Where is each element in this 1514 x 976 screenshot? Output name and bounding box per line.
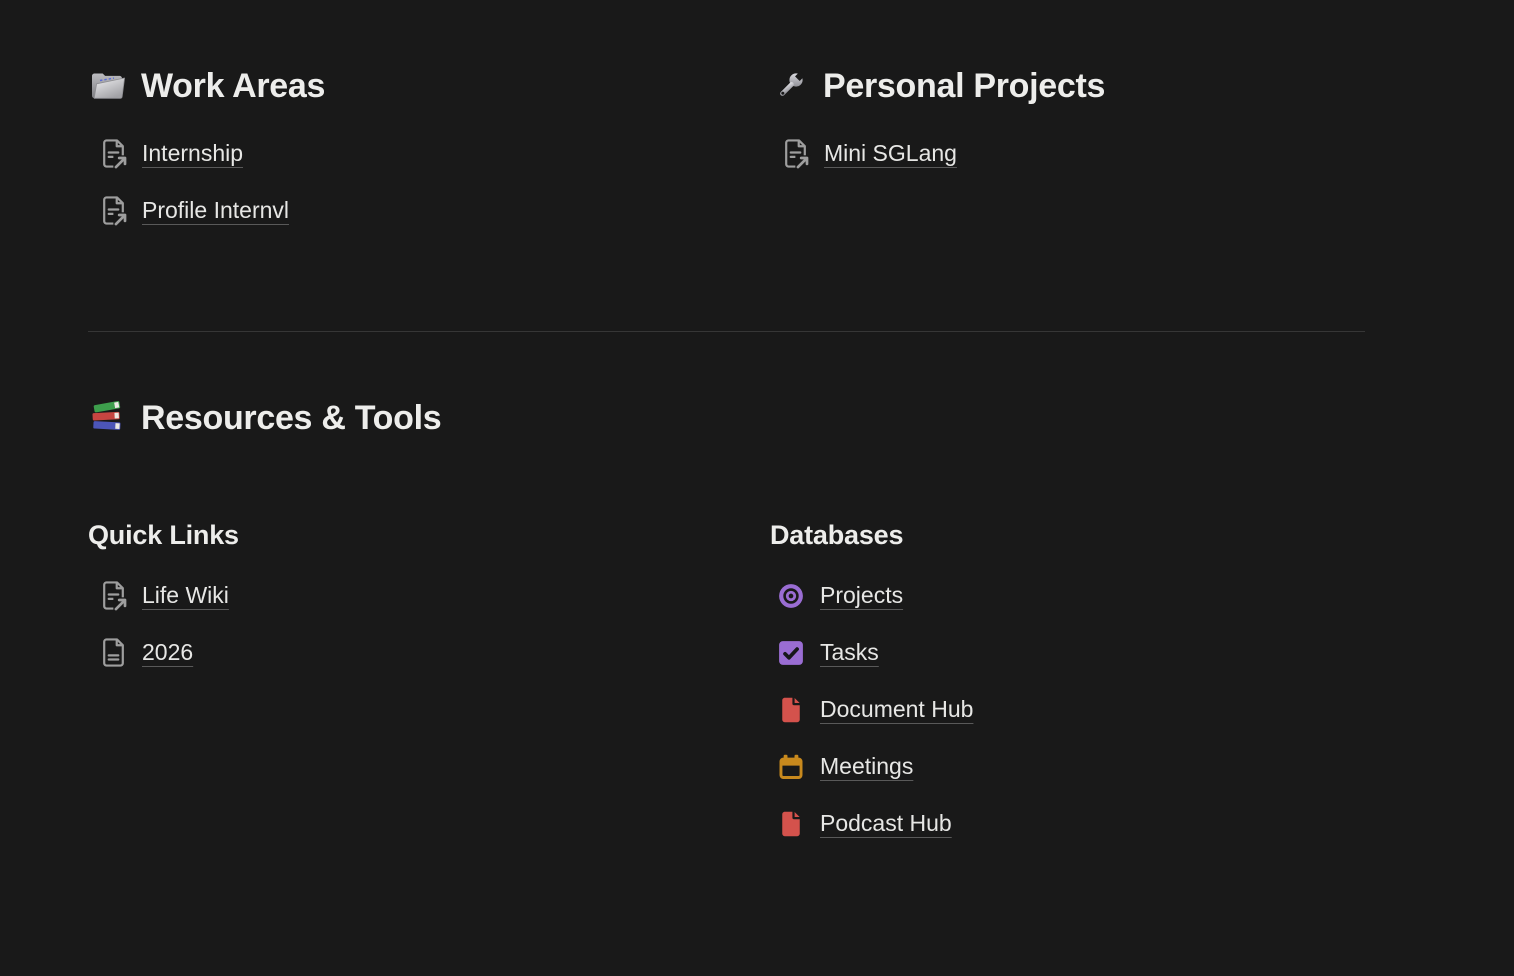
work-areas-column: Work Areas Internship Profile Internvl: [88, 0, 770, 239]
link-label[interactable]: Internship: [142, 140, 243, 167]
work-areas-title: Work Areas: [141, 67, 325, 106]
database-document-hub[interactable]: Document Hub: [770, 681, 973, 738]
database-projects[interactable]: Projects: [770, 567, 903, 624]
checkbox-icon: [777, 639, 805, 667]
databases-title: Databases: [770, 516, 1365, 554]
quick-links-title: Quick Links: [88, 516, 770, 554]
link-life-wiki[interactable]: Life Wiki: [88, 567, 229, 624]
link-profile-internvl[interactable]: Profile Internvl: [88, 182, 289, 239]
database-label[interactable]: Projects: [820, 582, 903, 609]
work-areas-heading: Work Areas: [88, 64, 770, 108]
link-2026[interactable]: 2026: [88, 624, 193, 681]
page-content: Work Areas Internship Profile Internvl P…: [88, 0, 1365, 852]
books-emoji: [88, 398, 128, 438]
database-meetings[interactable]: Meetings: [770, 738, 913, 795]
databases-column: Databases Projects Tasks Document Hub Me…: [770, 440, 1365, 852]
database-podcast-hub[interactable]: Podcast Hub: [770, 795, 952, 852]
wrench-emoji: [770, 66, 810, 106]
database-label[interactable]: Meetings: [820, 753, 913, 780]
resources-tools-title: Resources & Tools: [141, 399, 441, 438]
target-icon: [777, 582, 805, 610]
personal-projects-links: Mini SGLang: [770, 125, 1365, 182]
quick-links-list: Life Wiki 2026: [88, 567, 770, 681]
database-tasks[interactable]: Tasks: [770, 624, 879, 681]
link-internship[interactable]: Internship: [88, 125, 243, 182]
database-label[interactable]: Podcast Hub: [820, 810, 952, 837]
databases-list: Projects Tasks Document Hub Meetings Pod…: [770, 567, 1365, 852]
page-link-icon: [780, 138, 811, 169]
top-columns: Work Areas Internship Profile Internvl P…: [88, 0, 1365, 239]
personal-projects-column: Personal Projects Mini SGLang: [770, 0, 1365, 239]
open-folder-emoji: [88, 66, 128, 106]
document-icon: [777, 696, 805, 724]
resources-tools-heading: Resources & Tools: [88, 396, 1365, 440]
page-link-icon: [98, 138, 129, 169]
link-label[interactable]: Mini SGLang: [824, 140, 957, 167]
page-icon: [98, 637, 129, 668]
quick-links-column: Quick Links Life Wiki 2026: [88, 440, 770, 852]
document-icon: [777, 810, 805, 838]
work-areas-links: Internship Profile Internvl: [88, 125, 770, 239]
personal-projects-title: Personal Projects: [823, 67, 1105, 106]
database-label[interactable]: Document Hub: [820, 696, 973, 723]
database-label[interactable]: Tasks: [820, 639, 879, 666]
link-label[interactable]: Profile Internvl: [142, 197, 289, 224]
section-divider: [88, 331, 1365, 332]
page-link-icon: [98, 580, 129, 611]
link-mini-sglang[interactable]: Mini SGLang: [770, 125, 957, 182]
link-label[interactable]: Life Wiki: [142, 582, 229, 609]
personal-projects-heading: Personal Projects: [770, 64, 1365, 108]
bottom-columns: Quick Links Life Wiki 2026 Databases Pro…: [88, 440, 1365, 852]
page-link-icon: [98, 195, 129, 226]
calendar-icon: [777, 753, 805, 781]
link-label[interactable]: 2026: [142, 639, 193, 666]
